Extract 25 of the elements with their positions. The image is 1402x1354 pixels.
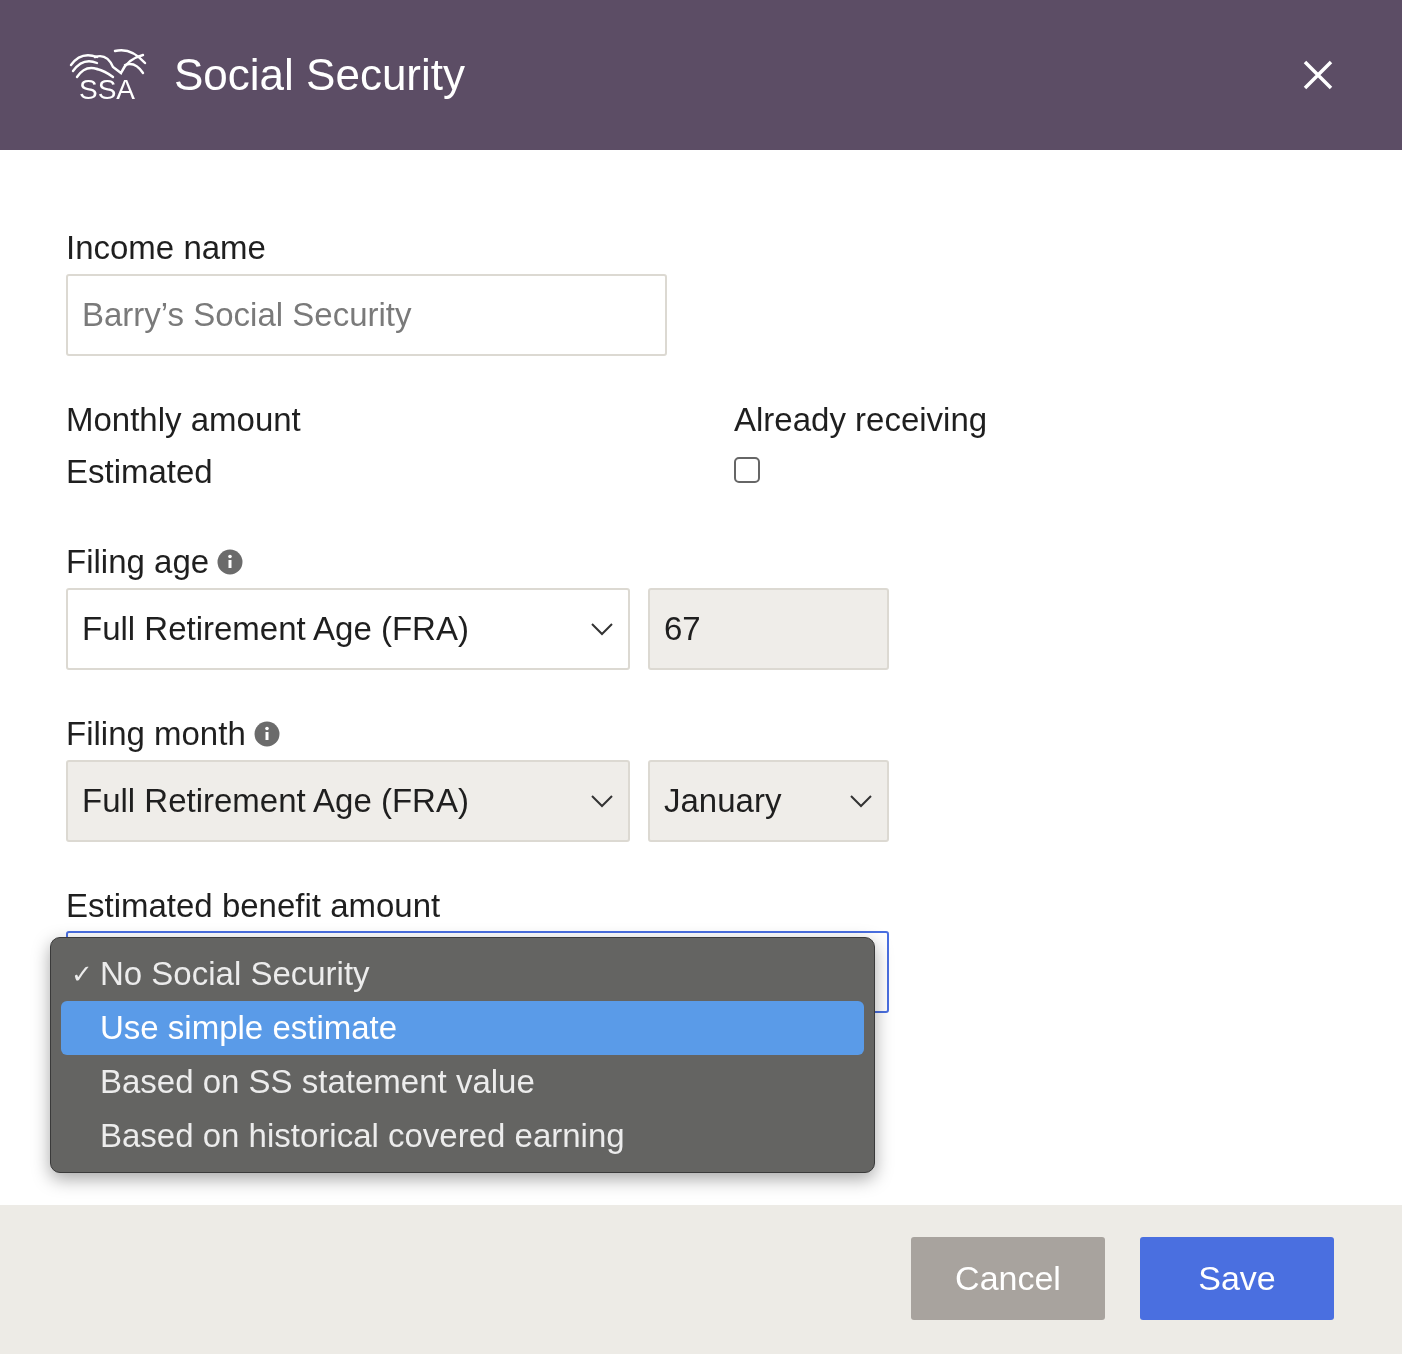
field-label: Already receiving <box>734 400 988 440</box>
chevron-down-icon <box>849 794 873 808</box>
menu-option[interactable]: Use simple estimate <box>61 1001 864 1055</box>
field-label: Filing age <box>66 542 210 582</box>
menu-option[interactable]: Based on historical covered earning <box>61 1109 864 1163</box>
already-receiving-checkbox[interactable] <box>734 457 760 483</box>
close-icon <box>1302 59 1334 91</box>
field-label: Income name <box>66 228 266 268</box>
chevron-down-icon <box>590 622 614 636</box>
checkmark-icon: ✓ <box>71 958 93 990</box>
filing-age-select[interactable]: Full Retirement Age (FRA) <box>66 588 630 670</box>
logo-text: SSA <box>79 77 135 103</box>
info-icon[interactable] <box>253 721 280 747</box>
save-button[interactable]: Save <box>1140 1237 1334 1320</box>
menu-option[interactable]: Based on SS statement value <box>61 1055 864 1109</box>
menu-option[interactable]: ✓ No Social Security <box>61 947 864 1001</box>
field-label: Estimated benefit amount <box>66 886 441 926</box>
info-icon[interactable] <box>217 549 244 575</box>
field-label: Monthly amount <box>66 400 301 440</box>
monthly-amount-value: Estimated <box>66 452 213 492</box>
close-button[interactable] <box>1302 59 1334 91</box>
chevron-down-icon <box>590 794 614 808</box>
income-name-field[interactable]: Barry’s Social Security <box>66 274 667 356</box>
dialog-title: Social Security <box>174 50 466 100</box>
field-label: Filing month <box>66 714 246 754</box>
